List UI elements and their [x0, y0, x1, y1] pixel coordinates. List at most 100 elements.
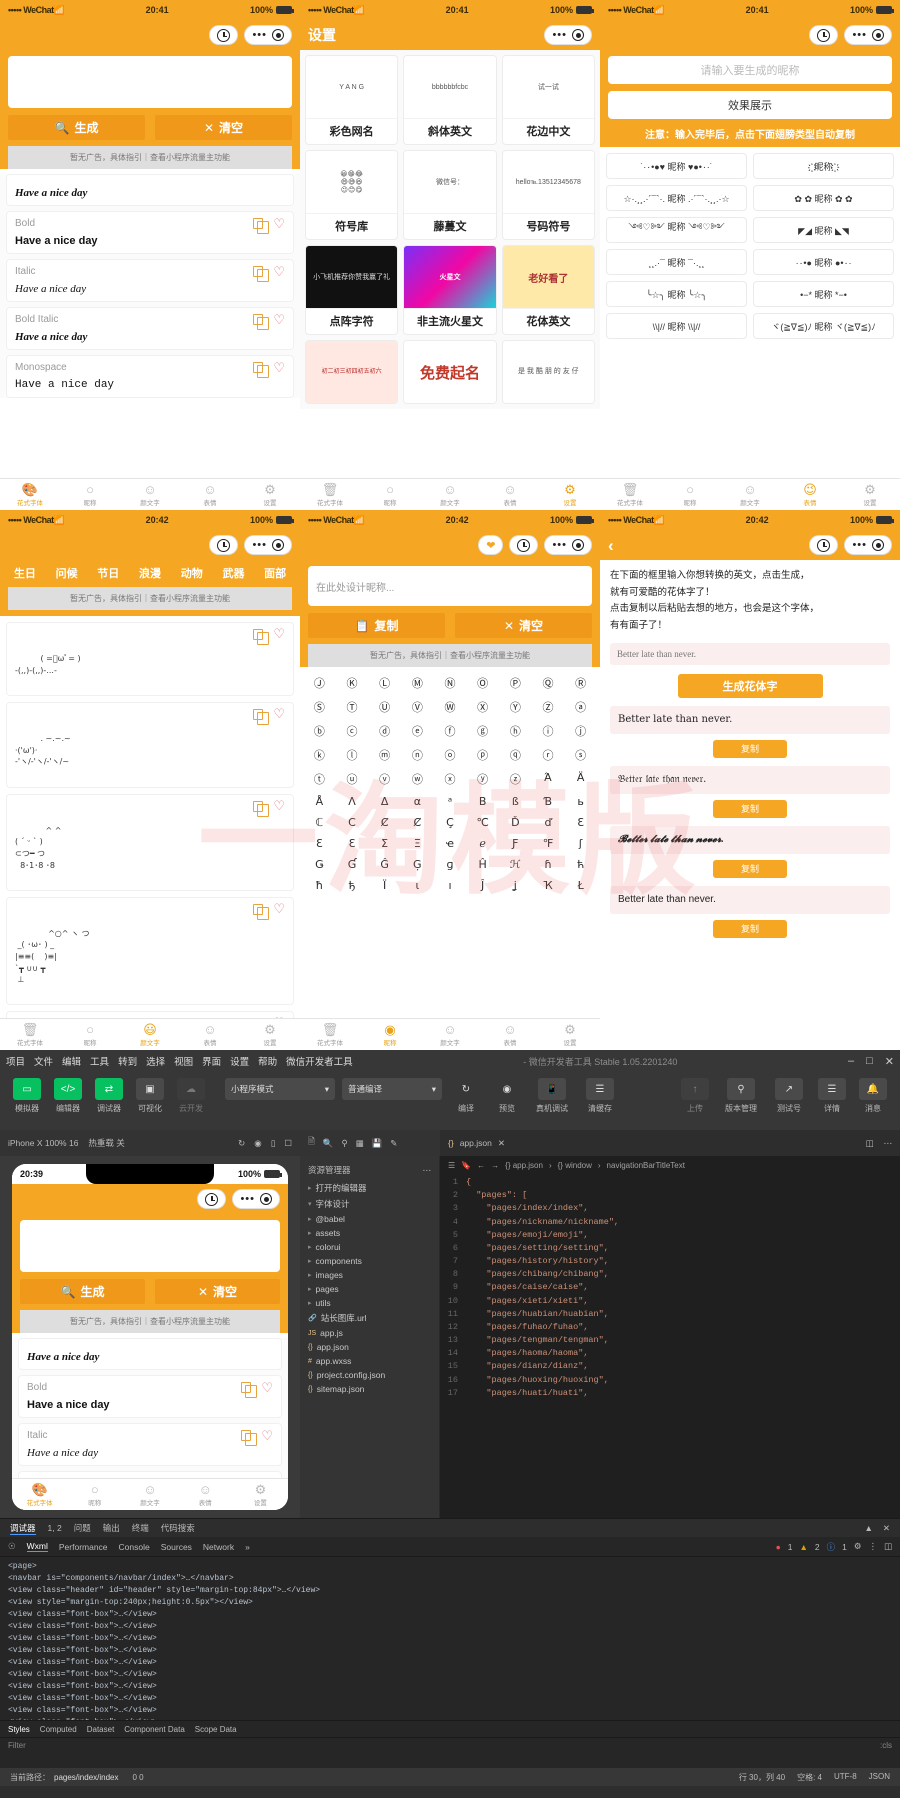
symbol-key[interactable]: Ɛ [304, 834, 335, 853]
copy-button[interactable]: 复制 [713, 859, 787, 878]
tab-kaomoji[interactable]: ☺ 颜文字 [420, 479, 480, 510]
history-button[interactable] [509, 535, 539, 555]
symbol-key[interactable]: Ç [435, 813, 466, 832]
copy-icon[interactable] [241, 1430, 257, 1446]
symbol-key[interactable]: Ĝ [369, 855, 400, 874]
symbol-key[interactable]: Ҡ [533, 876, 564, 895]
tab-computed[interactable]: Computed [40, 1725, 77, 1734]
outline-icon[interactable]: ☰ [448, 1161, 455, 1170]
toolbar-simulator[interactable]: ▭ 模拟器 [10, 1078, 44, 1114]
symbol-key[interactable]: ι [402, 876, 433, 895]
nickname-option[interactable]: ヾ(≧∇≦)ﾉ 昵称 ヾ(≧∇≦)ﾉ [753, 313, 894, 339]
back-icon[interactable]: ‹ [608, 537, 614, 554]
symbol-key[interactable]: ⓐ [565, 696, 596, 718]
toolbar-test-id[interactable]: ↗ 测试号 [770, 1078, 808, 1114]
tab-emoji[interactable]: 😉 表情 [780, 479, 840, 510]
symbol-key[interactable]: Ⓚ [337, 672, 368, 694]
symbol-key[interactable]: Ƒ [500, 834, 531, 853]
copy-icon[interactable] [253, 266, 269, 282]
heart-icon[interactable]: ♡ [273, 628, 285, 641]
settings-card[interactable]: 试一试 花边中文 [501, 55, 595, 145]
generate-button[interactable]: 🔍 生成 [8, 115, 145, 140]
symbol-key[interactable]: Ď [500, 813, 531, 832]
tab-emoji[interactable]: ☺ 表情 [480, 1019, 540, 1050]
symbol-key[interactable]: ℂ [304, 813, 335, 832]
symbol-key[interactable]: ⓠ [500, 744, 531, 766]
tab-font-style[interactable]: 🗑 花式字体 [300, 1019, 360, 1050]
tab-sources[interactable]: Sources [161, 1542, 192, 1552]
explorer-group-project[interactable]: ▾ 字体设计 [300, 1196, 439, 1212]
settings-card[interactable]: bbbbbbfcbc 斜体英文 [403, 55, 497, 145]
toolbar-detail[interactable]: ☰ 详情 [815, 1078, 849, 1114]
symbol-key[interactable]: ɡ [435, 855, 466, 874]
settings-card[interactable]: 初二初三初四初五初六 [305, 340, 399, 404]
breadcrumb-window[interactable]: {} window [558, 1161, 592, 1170]
symbol-key[interactable]: ⓚ [304, 744, 335, 766]
filter-cls-toggle[interactable]: :cls [880, 1741, 892, 1750]
toolbar-upload[interactable]: ↑ 上传 [678, 1078, 712, 1114]
heart-icon[interactable]: ♡ [273, 361, 285, 374]
tab-nickname[interactable]: ○ 昵称 [60, 1019, 120, 1050]
explorer-item-appjson[interactable]: {} app.json [300, 1340, 439, 1354]
symbol-key[interactable]: ß [500, 792, 531, 811]
symbol-key[interactable]: ⓙ [565, 720, 596, 742]
code-area[interactable]: 1{ 2 "pages": [ 3 "pages/index/index", 4… [440, 1174, 900, 1518]
toolbar-message[interactable]: 🔔 消息 [856, 1078, 890, 1114]
settings-card[interactable]: 老好看了 花体英文 [501, 245, 595, 335]
settings-card[interactable]: 😀😁😂 😄😅😆 😉😊😋 符号库 [305, 150, 399, 240]
font-card-bold[interactable]: Bold ♡ Have a nice day [6, 211, 294, 254]
symbol-key[interactable]: Ʌ [337, 792, 368, 811]
symbol-key[interactable]: Ł [565, 876, 596, 895]
symbol-key[interactable]: Ⓧ [467, 696, 498, 718]
gear-icon[interactable]: ⚙ [854, 1541, 862, 1552]
close-icon[interactable]: ✕ [885, 1055, 894, 1068]
symbol-key[interactable]: Ĥ [467, 855, 498, 874]
menu-capsule[interactable]: ••• [844, 25, 892, 45]
indent-setting[interactable]: 空格: 4 [797, 1772, 822, 1783]
clear-button[interactable]: ✕ 清空 [155, 1279, 280, 1304]
toolbar-version[interactable]: ⚲ 版本管理 [719, 1078, 763, 1114]
symbol-key[interactable]: ℯ [467, 834, 498, 853]
symbol-key[interactable]: Δ [369, 792, 400, 811]
tab-nickname[interactable]: ○ 昵称 [360, 479, 420, 510]
tab-scope-data[interactable]: Scope Data [195, 1725, 237, 1734]
symbol-key[interactable]: Ɛ [565, 813, 596, 832]
tab-network[interactable]: Network [203, 1542, 234, 1552]
nickname-option[interactable]: ༺♡༻ 昵称 ༺♡༻ [606, 217, 747, 243]
nickname-option[interactable]: ╰☆╮ 昵称 ╰☆╮ [606, 281, 747, 307]
hot-reload-select[interactable]: 热重载 关 [88, 1137, 124, 1149]
generate-button[interactable]: 🔍 生成 [20, 1279, 145, 1304]
settings-card[interactable]: hello℡13512345678 号码符号 [501, 150, 595, 240]
menu-capsule[interactable]: ••• [544, 535, 592, 555]
symbol-key[interactable]: ⓣ [304, 768, 335, 790]
history-button[interactable] [197, 1189, 227, 1209]
clear-button[interactable]: ✕ 清空 [155, 115, 292, 140]
symbol-key[interactable]: Ⓥ [402, 696, 433, 718]
symbol-key[interactable]: Ⓜ [402, 672, 433, 694]
symbol-key[interactable]: Ά [533, 768, 564, 790]
nickname-option[interactable]: ◤◢ 昵称 ◣◥ [753, 217, 894, 243]
close-icon[interactable]: ✕ [883, 1523, 890, 1534]
menu-goto[interactable]: 转到 [118, 1054, 137, 1068]
tab-nickname[interactable]: ◉ 昵称 [360, 1019, 420, 1050]
history-button[interactable] [209, 25, 239, 45]
more-tabs-icon[interactable]: » [245, 1542, 250, 1552]
ad-banner[interactable]: 暂无广告，具体指引｜查看小程序流量主功能 [8, 587, 292, 610]
compile-select[interactable]: 普通编译 ▾ [342, 1078, 442, 1100]
symbol-key[interactable]: Ⓠ [533, 672, 564, 694]
history-button[interactable] [209, 535, 239, 555]
symbol-key[interactable]: α [402, 792, 433, 811]
menu-capsule[interactable]: ••• [544, 25, 592, 45]
tab-emoji[interactable]: ☺ 表情 [180, 479, 240, 510]
text-input[interactable] [20, 1220, 280, 1272]
split-editor-icon[interactable]: ◫ [865, 1138, 873, 1149]
menu-tools[interactable]: 工具 [90, 1054, 109, 1068]
heart-icon[interactable]: ♡ [273, 708, 285, 721]
toolbar-editor[interactable]: </> 编辑器 [51, 1078, 85, 1114]
tab-wxml[interactable]: Wxml [26, 1541, 48, 1552]
tab-settings[interactable]: ⚙ 设置 [240, 1019, 300, 1050]
nickname-option[interactable]: ☆·.¸¸.·´¯`·. 昵称 .·´¯`·.¸¸.·☆ [606, 185, 747, 211]
cat-greeting[interactable]: 问候 [46, 565, 88, 581]
breadcrumb-file[interactable]: {} app.json [505, 1161, 543, 1170]
nickname-option[interactable]: ✿ ✿ 昵称 ✿ ✿ [753, 185, 894, 211]
